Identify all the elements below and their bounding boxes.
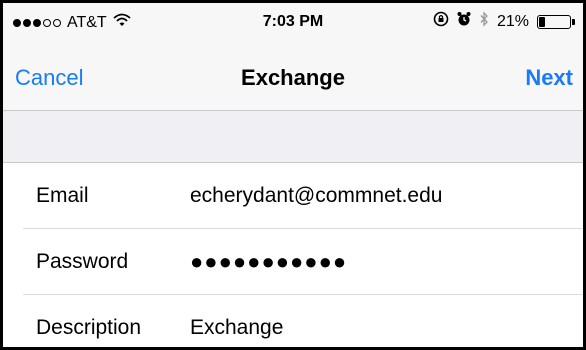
- password-row: Password ●●●●●●●●●●●: [3, 229, 583, 295]
- password-field[interactable]: ●●●●●●●●●●●: [190, 249, 573, 275]
- battery-body: [537, 14, 571, 29]
- description-row: Description Exchange: [3, 295, 583, 347]
- email-field[interactable]: echerydant@commnet.edu: [190, 184, 573, 208]
- rotation-lock-icon: [433, 11, 449, 32]
- status-bar: AT&T 7:03 PM 21%: [3, 3, 583, 45]
- battery-fill: [539, 16, 545, 27]
- description-label: Description: [36, 316, 142, 339]
- section-spacer: [3, 111, 583, 163]
- password-label: Password: [36, 250, 129, 273]
- account-form: Email echerydant@commnet.edu Password ●●…: [3, 163, 583, 347]
- next-button[interactable]: Next: [525, 65, 573, 91]
- status-right: 21%: [433, 11, 575, 32]
- description-field[interactable]: Exchange: [190, 316, 573, 340]
- battery-icon: [537, 14, 575, 29]
- bluetooth-icon: [479, 11, 489, 32]
- email-row: Email echerydant@commnet.edu: [3, 163, 583, 229]
- alarm-icon: [457, 11, 471, 32]
- page-title: Exchange: [241, 65, 345, 90]
- battery-tip: [572, 18, 575, 25]
- battery-percent: 21%: [496, 12, 529, 30]
- phone-screen: AT&T 7:03 PM 21% Cancel Exchange Next Em…: [0, 0, 586, 350]
- cancel-button[interactable]: Cancel: [15, 65, 83, 91]
- email-label: Email: [36, 184, 89, 207]
- navigation-bar: Cancel Exchange Next: [3, 45, 583, 111]
